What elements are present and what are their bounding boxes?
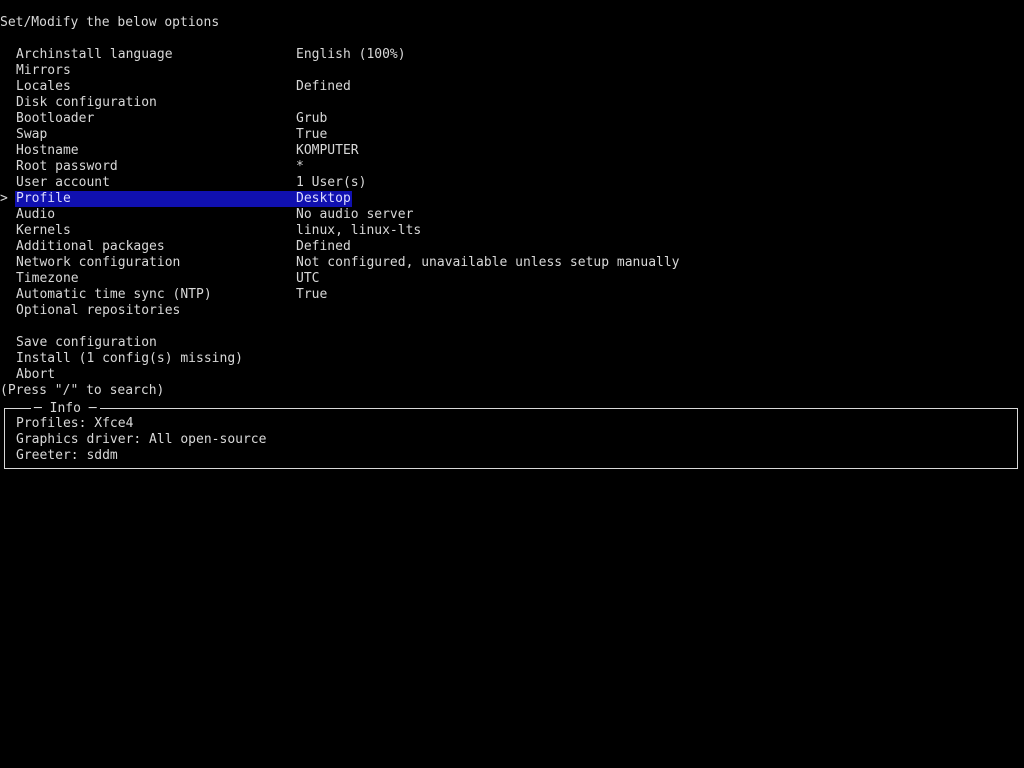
menu-item-value: True (296, 127, 328, 142)
menu-item-timezone[interactable]: Timezone UTC (0, 271, 1024, 287)
menu-item-network-configuration[interactable]: Network configuration Not configured, una… (0, 255, 1024, 271)
menu-item-value: UTC (296, 271, 320, 286)
menu-item-label: Optional repositories (16, 303, 181, 318)
info-line-graphics-driver: Graphics driver: All open-source (16, 432, 267, 447)
menu-item-optional-repositories[interactable]: Optional repositories (0, 303, 1024, 319)
info-panel: ─ Info ─ Profiles: Xfce4 Graphics driver… (4, 401, 1018, 469)
menu-item-label: Automatic time sync (NTP) (16, 287, 212, 302)
menu-item-label: Save configuration (16, 335, 157, 350)
menu-item-audio[interactable]: Audio No audio server (0, 207, 1024, 223)
search-hint: (Press "/" to search) (0, 383, 165, 398)
menu-item-label: Mirrors (16, 63, 71, 78)
menu-item-label: Root password (16, 159, 118, 174)
menu-item-value: linux, linux-lts (296, 223, 422, 238)
menu-action-install-1-config-s-missing[interactable]: Install (1 config(s) missing) (0, 351, 1024, 367)
menu-item-locales[interactable]: Locales Defined (0, 79, 1024, 95)
menu-item-swap[interactable]: Swap True (0, 127, 1024, 143)
menu-item-automatic-time-sync-ntp[interactable]: Automatic time sync (NTP) True (0, 287, 1024, 303)
menu-item-value: Defined (296, 79, 351, 94)
options-menu: Archinstall language English (100%) Mirror… (0, 47, 1024, 383)
menu-item-value: True (296, 287, 328, 302)
menu-item-bootloader[interactable]: Bootloader Grub (0, 111, 1024, 127)
menu-item-value: Grub (296, 111, 328, 126)
menu-action-abort[interactable]: Abort (0, 367, 1024, 383)
menu-item-value: Desktop (296, 191, 351, 206)
menu-item-label: Hostname (16, 143, 79, 158)
menu-item-value: 1 User(s) (296, 175, 367, 190)
menu-item-label: Locales (16, 79, 71, 94)
menu-item-label: User account (16, 175, 110, 190)
menu-item-profile[interactable]: > Profile Desktop (0, 191, 1024, 207)
info-line-greeter: Greeter: sddm (16, 448, 118, 463)
menu-item-value: English (100%) (296, 47, 406, 62)
selection-cursor-icon: > (0, 191, 8, 206)
menu-spacer (0, 319, 1024, 335)
menu-item-label: Swap (16, 127, 48, 142)
menu-item-label: Install (1 config(s) missing) (16, 351, 243, 366)
menu-item-label: Profile (16, 191, 71, 206)
menu-item-value: Not configured, unavailable unless setup… (296, 255, 680, 270)
screen-title: Set/Modify the below options (0, 15, 220, 30)
menu-item-additional-packages[interactable]: Additional packages Defined (0, 239, 1024, 255)
menu-item-mirrors[interactable]: Mirrors (0, 63, 1024, 79)
menu-item-label: Additional packages (16, 239, 165, 254)
menu-item-label: Audio (16, 207, 56, 222)
menu-item-disk-configuration[interactable]: Disk configuration (0, 95, 1024, 111)
menu-item-label: Archinstall language (16, 47, 173, 62)
menu-item-label: Abort (16, 367, 56, 382)
menu-item-label: Network configuration (16, 255, 181, 270)
menu-item-value: Defined (296, 239, 351, 254)
menu-item-label: Bootloader (16, 111, 95, 126)
menu-item-label: Disk configuration (16, 95, 157, 110)
menu-item-value: * (296, 159, 304, 174)
menu-item-label: Timezone (16, 271, 79, 286)
menu-item-root-password[interactable]: Root password * (0, 159, 1024, 175)
menu-item-value: No audio server (296, 207, 414, 222)
info-title-text: Info (49, 401, 81, 416)
menu-item-kernels[interactable]: Kernels linux, linux-lts (0, 223, 1024, 239)
info-panel-title: ─ Info ─ (31, 401, 100, 417)
menu-item-value: KOMPUTER (296, 143, 359, 158)
menu-action-save-configuration[interactable]: Save configuration (0, 335, 1024, 351)
menu-item-archinstall-language[interactable]: Archinstall language English (100%) (0, 47, 1024, 63)
info-line-profiles: Profiles: Xfce4 (16, 416, 134, 431)
menu-item-label: Kernels (16, 223, 71, 238)
menu-item-hostname[interactable]: Hostname KOMPUTER (0, 143, 1024, 159)
menu-item-user-account[interactable]: User account 1 User(s) (0, 175, 1024, 191)
